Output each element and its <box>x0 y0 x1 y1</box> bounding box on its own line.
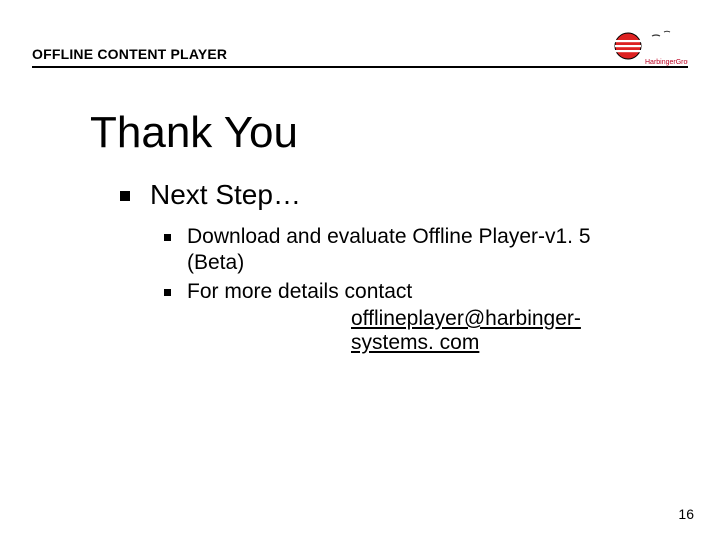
list-item: For more details contact <box>164 279 634 305</box>
slide-title: Thank You <box>90 108 298 158</box>
logo-text: HarbingerGroup <box>645 59 688 66</box>
list-item: Next Step… <box>120 180 301 211</box>
square-bullet-icon <box>164 289 171 296</box>
bullet-text: For more details contact <box>187 279 412 305</box>
square-bullet-icon <box>164 234 171 241</box>
square-bullet-icon <box>120 191 130 201</box>
bullet-level1: Next Step… <box>120 180 301 211</box>
list-item: Download and evaluate Offline Player-v1.… <box>164 224 634 277</box>
bullet-text: Next Step… <box>150 180 301 211</box>
bullet-text: Download and evaluate Offline Player-v1.… <box>187 224 634 277</box>
bullet-level2: Download and evaluate Offline Player-v1.… <box>164 224 634 355</box>
header-bar: OFFLINE CONTENT PLAYER HarbingerGroup <box>32 40 688 68</box>
header-label: OFFLINE CONTENT PLAYER <box>32 46 227 66</box>
page-number: 16 <box>678 506 694 522</box>
contact-email-link[interactable]: offlineplayer@harbinger-systems. com <box>351 307 634 355</box>
brand-logo: HarbingerGroup <box>606 30 688 70</box>
